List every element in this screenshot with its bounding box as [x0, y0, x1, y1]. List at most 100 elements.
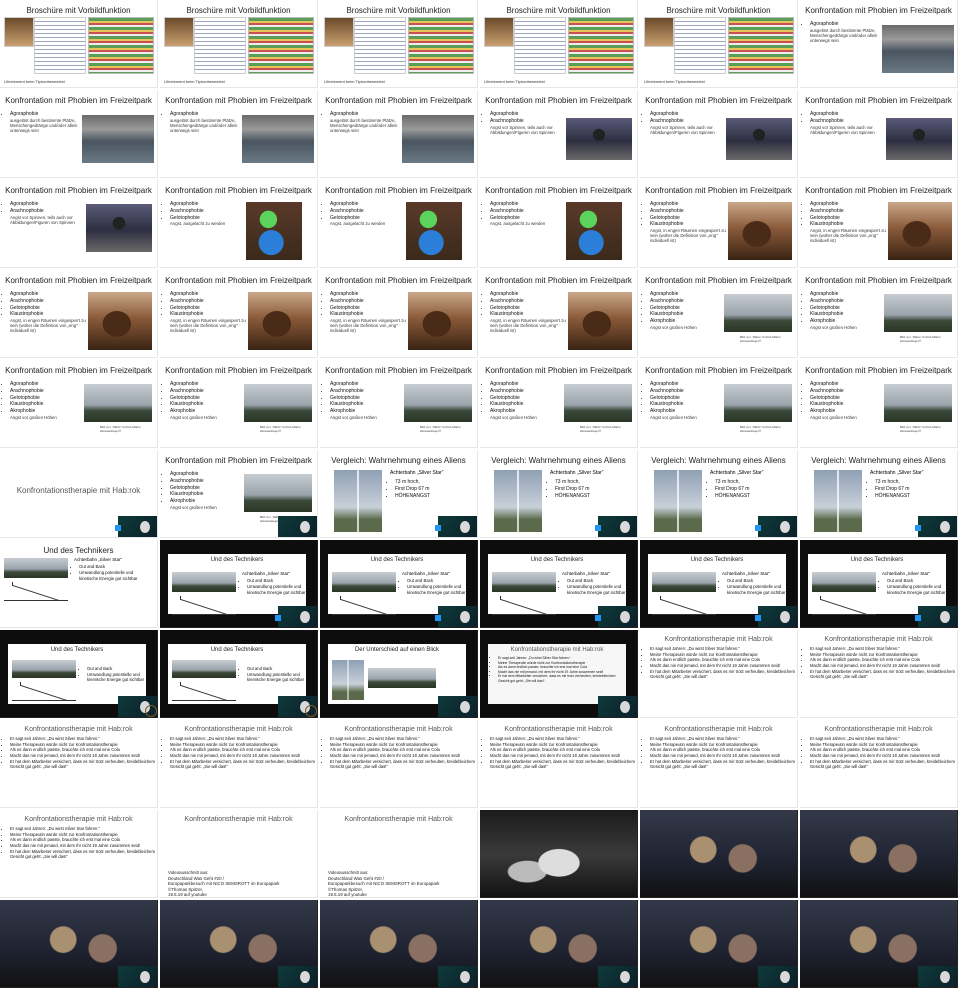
bullet-text: Agoraphobie	[330, 381, 359, 387]
bullet-text: Gelotophobie	[170, 214, 200, 221]
slide-thumbnail[interactable]: Und des Technikers Achterbahn „Silver Sta…	[640, 540, 798, 628]
slide-thumbnail[interactable]: Konfrontation mit Phobien im Freizeitpar…	[480, 270, 638, 358]
slide-thumbnail[interactable]	[320, 900, 478, 988]
slide-thumbnail[interactable]: Konfrontation mit Phobien im Freizeitpar…	[800, 270, 958, 358]
bullet-item: KlaustrophobieAngst, in engen Räumen ein…	[10, 311, 90, 333]
slide-thumbnail[interactable]: Konfrontation mit Phobien im Freizeitpar…	[320, 180, 478, 268]
slide-thumbnail[interactable]: Broschüre mit Vorbildfunktion Lifeelement…	[640, 0, 798, 88]
slide-thumbnail[interactable]: Konfrontation mit Phobien im Freizeitpar…	[320, 360, 478, 448]
slide-thumbnail[interactable]: Konfrontationstherapie mit Hab:rok Er sag…	[800, 720, 958, 808]
fact-item: HÖHENANGST	[555, 493, 635, 500]
bullet-text: Macht das nie mit jemand, mit dem Ihr ni…	[490, 753, 621, 759]
bullet-item: Agoraphobie	[650, 111, 730, 118]
slide-thumbnail[interactable]: Konfrontationstherapie mit Hab:rok Er sag…	[480, 720, 638, 808]
slide-thumbnail[interactable]: Konfrontationstherapie mit Hab:rok Er sag…	[800, 630, 958, 718]
bullet-item: KlaustrophobieAngst, in engen Räumen ein…	[650, 221, 730, 243]
slide-panel: Und des Technikers Achterbahn „Silver Sta…	[328, 554, 466, 615]
slide-thumbnail[interactable]: Konfrontation mit Phobien im Freizeitpar…	[160, 180, 318, 268]
bullet-item: Agoraphobie	[330, 201, 410, 208]
slide-thumbnail[interactable]	[0, 900, 158, 988]
slide-thumbnail[interactable]: Broschüre mit Vorbildfunktion Lifeelement…	[320, 0, 478, 88]
bullet-text: Gelotophobie	[490, 304, 520, 311]
slide-thumbnail[interactable]: Vergleich: Wahrnehmung eines Aliens Achte…	[480, 450, 638, 538]
slide-thumbnail[interactable]: Vergleich: Wahrnehmung eines Aliens Achte…	[800, 450, 958, 538]
slide-thumbnail[interactable]: Und des Technikers Achterbahn „Silver Sta…	[320, 540, 478, 628]
bullet-item: Agoraphobie	[490, 201, 570, 208]
slide-thumbnail[interactable]	[160, 900, 318, 988]
slide-thumbnail[interactable]: Konfrontation mit Phobien im Freizeitpar…	[640, 270, 798, 358]
slide-thumbnail[interactable]	[640, 900, 798, 988]
slide-thumbnail[interactable]: Der Unterschied auf einen Blick	[320, 630, 478, 718]
bullet-list: AgoraphobieArachnophobieGelotophobieKlau…	[645, 201, 730, 243]
bullet-text: Meine Therapeutin würde nicht zur Konfro…	[650, 651, 758, 657]
slide-thumbnail[interactable]: Konfrontation mit Phobien im Freizeitpar…	[800, 180, 958, 268]
slide-thumbnail[interactable]: Konfrontationstherapie mit Hab:rok Er sag…	[320, 720, 478, 808]
bullet-text: Meine Therapeutin würde nicht zur Konfro…	[170, 741, 278, 747]
slide-thumbnail[interactable]: Und des Technikers Achterbahn „Silver Sta…	[160, 540, 318, 628]
coaster-name: Achterbahn „Silver Star“	[550, 470, 604, 476]
photo-caption: Bild von „Talbot“ Fotrink Martin Hänssel…	[740, 425, 781, 433]
slide-thumbnail[interactable]: Und des Technikers Achterbahn „Silver Sta…	[800, 540, 958, 628]
slide-title: Konfrontationstherapie mit Hab:rok	[664, 726, 773, 733]
slide-thumbnail[interactable]: Vergleich: Wahrnehmung eines Aliens Achte…	[640, 450, 798, 538]
slide-thumbnail[interactable]: Konfrontation mit Phobien im Freizeitpar…	[320, 90, 478, 178]
slide-thumbnail[interactable]: Konfrontation mit Phobien im Freizeitpar…	[640, 360, 798, 448]
slide-thumbnail[interactable]: Konfrontationstherapie mit Hab:rok Er sag…	[480, 630, 638, 718]
bullet-text: Er sagt seit Jahren: „Du wirst Silver St…	[498, 656, 571, 660]
slide-thumbnail[interactable]: Konfrontationstherapie mit Hab:rok Er sag…	[640, 720, 798, 808]
bullet-text: Agoraphobie	[170, 291, 199, 297]
slide-thumbnail[interactable]: Konfrontation mit Phobien im Freizeitpar…	[480, 90, 638, 178]
slide-thumbnail[interactable]: Vergleich: Wahrnehmung eines Aliens Achte…	[320, 450, 478, 538]
slide-thumbnail[interactable]	[640, 810, 798, 898]
slide-thumbnail[interactable]: Konfrontation mit Phobien im Freizeitpar…	[0, 270, 158, 358]
slide-thumbnail[interactable]: Konfrontation mit Phobien im Freizeitpar…	[480, 360, 638, 448]
bullet-text: Agoraphobie	[810, 381, 839, 387]
slide-thumbnail[interactable]: Konfrontation mit Phobien im Freizeitpar…	[160, 270, 318, 358]
room-image	[408, 292, 472, 350]
slide-thumbnail[interactable]: Konfrontation mit Phobien im Freizeitpar…	[480, 180, 638, 268]
slide-footer: Lifeelement beim Tiphonbeseeleid	[164, 79, 225, 84]
brochure-text-image	[34, 17, 86, 74]
coaster-image	[4, 558, 68, 578]
slide-thumbnail[interactable]	[800, 810, 958, 898]
slide-thumbnail[interactable]: Konfrontationstherapie mit Hab:rok Videoa…	[160, 810, 318, 898]
slide-thumbnail[interactable]: Konfrontation mit Phobien im Freizeitpar…	[0, 360, 158, 448]
slide-thumbnail[interactable]: Konfrontationstherapie mit Hab:rok Er sag…	[0, 810, 158, 898]
slide-thumbnail[interactable]: Konfrontation mit Phobien im Freizeitpar…	[0, 180, 158, 268]
slide-thumbnail[interactable]: Konfrontationstherapie mit Hab:rok	[0, 450, 158, 538]
slide-thumbnail[interactable]: Konfrontation mit Phobien im Freizeitpar…	[640, 90, 798, 178]
bullet-item: Agoraphobie	[10, 291, 90, 298]
slide-thumbnail[interactable]: Broschüre mit Vorbildfunktion Lifeelement…	[480, 0, 638, 88]
slide-thumbnail[interactable]: Konfrontation mit Phobien im Freizeitpar…	[160, 90, 318, 178]
slide-thumbnail[interactable]: Konfrontation mit Phobien im Freizeitpar…	[800, 90, 958, 178]
slide-thumbnail[interactable]: Konfrontation mit Phobien im Freizeitpar…	[160, 360, 318, 448]
slide-thumbnail[interactable]: Konfrontation mit Phobien im Freizeitpar…	[800, 0, 958, 88]
bullet-list: Er sagt seit Jahren: „Du wirst Silver St…	[325, 736, 475, 770]
slide-thumbnail[interactable]: Konfrontationstherapie mit Hab:rok Videoa…	[320, 810, 478, 898]
slide-thumbnail[interactable]: Und des Technikers Out and BackUmwandlung…	[160, 630, 318, 718]
slide-thumbnail[interactable]: Konfrontationstherapie mit Hab:rok Er sag…	[640, 630, 798, 718]
slide-thumbnail[interactable]	[480, 810, 638, 898]
slide-title: Konfrontationstherapie mit Hab:rok	[504, 726, 613, 733]
slide-thumbnail[interactable]: Konfrontation mit Phobien im Freizeitpar…	[640, 180, 798, 268]
slide-thumbnail[interactable]: Konfrontationstherapie mit Hab:rok Er sag…	[0, 720, 158, 808]
bullet-text: Er hat dem Mitarbeiter versichert, dass …	[10, 848, 155, 860]
slide-thumbnail[interactable]	[800, 900, 958, 988]
slide-thumbnail[interactable]: Konfrontation mit Phobien im Freizeitpar…	[320, 270, 478, 358]
slide-thumbnail[interactable]: Und des Technikers Out and BackUmwandlung…	[0, 630, 158, 718]
slide-thumbnail[interactable]: Und des Technikers Achterbahn „Silver Sta…	[480, 540, 638, 628]
slide-thumbnail[interactable]: Konfrontation mit Phobien im Freizeitpar…	[160, 450, 318, 538]
slide-thumbnail[interactable]	[480, 900, 638, 988]
fact-item: 73 m hoch,	[875, 479, 955, 486]
slide-thumbnail[interactable]: Konfrontation mit Phobien im Freizeitpar…	[800, 360, 958, 448]
bullet-item: Agoraphobieausgelöst durch bestimmte Plä…	[170, 111, 250, 133]
bullet-item: Agoraphobieausgelöst durch bestimmte Plä…	[10, 111, 90, 133]
slide-thumbnail[interactable]: Und des Technikers Achterbahn „Silver Sta…	[0, 540, 158, 628]
slide-thumbnail[interactable]: Konfrontationstherapie mit Hab:rok Er sag…	[160, 720, 318, 808]
bullet-text: Klaustrophobie	[170, 401, 204, 408]
slide-title: Broschüre mit Vorbildfunktion	[186, 6, 291, 15]
coaster-image	[332, 572, 396, 592]
slide-thumbnail[interactable]: Konfrontation mit Phobien im Freizeitpar…	[0, 90, 158, 178]
slide-thumbnail[interactable]: Broschüre mit Vorbildfunktion Lifeelement…	[160, 0, 318, 88]
slide-thumbnail[interactable]: Broschüre mit Vorbildfunktion Lifeelement…	[0, 0, 158, 88]
